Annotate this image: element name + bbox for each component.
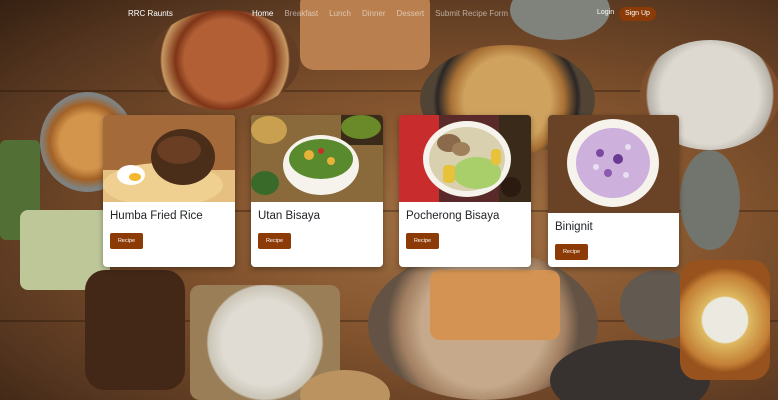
recipe-button[interactable]: Recipe (406, 233, 439, 249)
recipe-title: Pocherong Bisaya (406, 210, 500, 222)
recipe-button[interactable]: Recipe (258, 233, 291, 249)
nav-link-submit-recipe-form[interactable]: Submit Recipe Form (435, 9, 508, 18)
recipe-photo-binignit (548, 115, 679, 213)
brand-logo-text[interactable]: RRC Raunts (128, 9, 173, 18)
recipe-button[interactable]: Recipe (110, 233, 143, 249)
recipe-card: Humba Fried Rice Recipe (103, 115, 235, 267)
recipe-photo-humba-fried-rice (103, 115, 235, 202)
recipe-title: Utan Bisaya (258, 210, 321, 222)
recipe-title: Humba Fried Rice (110, 210, 203, 222)
recipe-card: Utan Bisaya Recipe (251, 115, 383, 267)
nav-link-dinner[interactable]: Dinner (362, 9, 386, 18)
login-link[interactable]: Login (597, 9, 614, 16)
signup-button[interactable]: Sign Up (619, 7, 656, 21)
navbar: RRC Raunts Home Breakfast Lunch Dinner D… (0, 0, 778, 28)
nav-link-breakfast[interactable]: Breakfast (284, 9, 318, 18)
nav-link-home[interactable]: Home (252, 9, 273, 18)
nav-link-lunch[interactable]: Lunch (329, 9, 351, 18)
nav-links: Home Breakfast Lunch Dinner Dessert Subm… (252, 9, 519, 18)
recipe-card: Pocherong Bisaya Recipe (399, 115, 531, 267)
recipe-button[interactable]: Recipe (555, 244, 588, 260)
recipe-title: Binignit (555, 221, 593, 233)
recipe-photo-utan-bisaya (251, 115, 383, 202)
nav-link-dessert[interactable]: Dessert (397, 9, 425, 18)
recipe-card: Binignit Recipe (548, 115, 679, 267)
recipe-photo-pocherong-bisaya (399, 115, 531, 202)
